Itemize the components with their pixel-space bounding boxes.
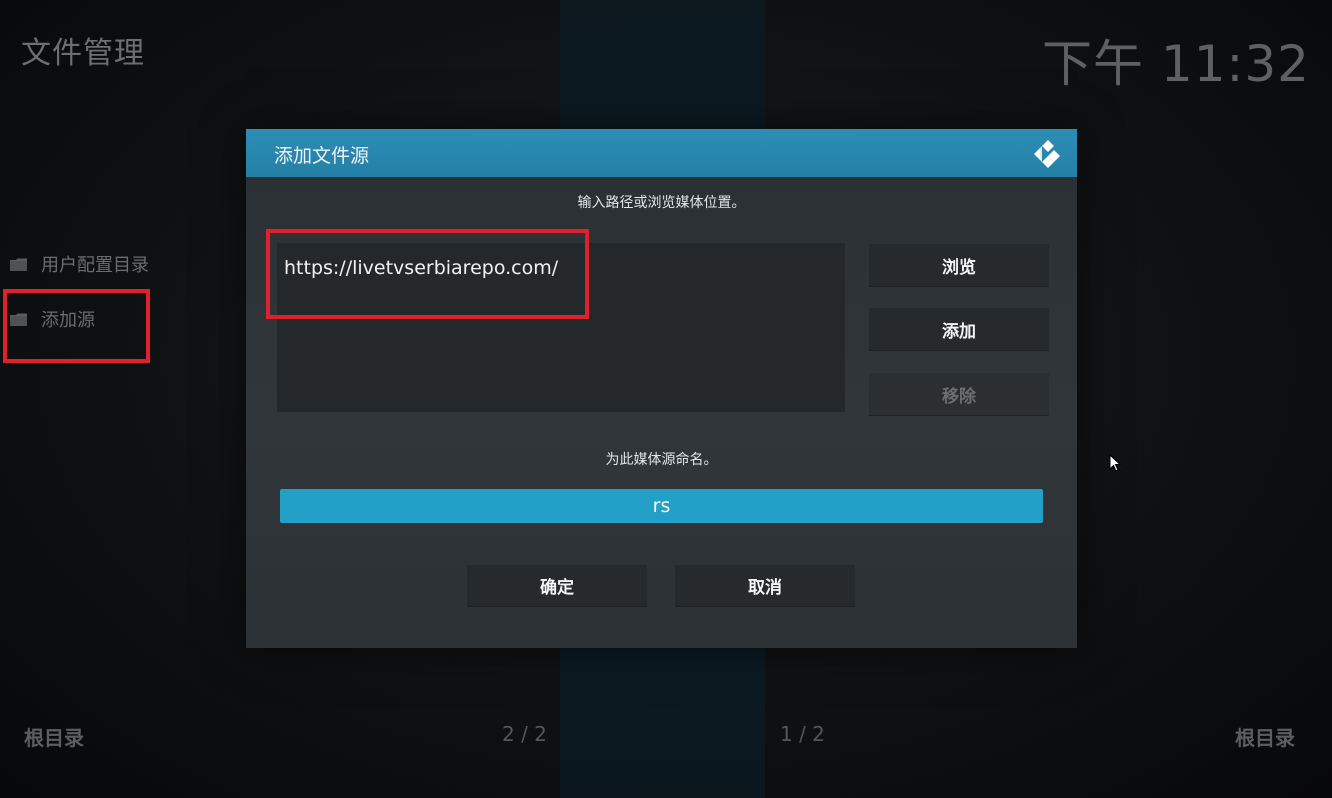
kodi-logo-icon — [1031, 137, 1065, 171]
footer-root-left: 根目录 — [24, 726, 84, 750]
browse-button[interactable]: 浏览 — [869, 244, 1049, 286]
add-source-dialog: 添加文件源 输入路径或浏览媒体位置。 https://livetvserbiar… — [246, 129, 1077, 648]
footer-root-right: 根目录 — [1235, 726, 1295, 750]
dialog-header: 添加文件源 — [246, 129, 1077, 177]
dialog-title: 添加文件源 — [274, 145, 370, 167]
source-name-field[interactable]: rs — [280, 489, 1043, 523]
sidebar-item-label: 用户配置目录 — [41, 255, 149, 276]
remove-button[interactable]: 移除 — [869, 373, 1049, 415]
annotation-highlight-add-source — [3, 289, 150, 363]
mouse-cursor-icon — [1109, 453, 1122, 472]
annotation-highlight-url — [266, 229, 589, 319]
name-hint: 为此媒体源命名。 — [605, 452, 718, 468]
ok-button[interactable]: 确定 — [467, 565, 647, 606]
folder-icon — [10, 258, 27, 271]
footer-page-left: 2 / 2 — [502, 722, 547, 746]
cancel-button[interactable]: 取消 — [675, 565, 855, 606]
page-title: 文件管理 — [21, 36, 145, 71]
clock: 下午 11:32 — [1042, 35, 1310, 93]
path-hint: 输入路径或浏览媒体位置。 — [577, 195, 746, 211]
sidebar-item-profile-directory[interactable]: 用户配置目录 — [10, 249, 149, 279]
add-button[interactable]: 添加 — [869, 308, 1049, 350]
footer-page-right: 1 / 2 — [780, 722, 825, 746]
file-manager-screen: 文件管理 下午 11:32 用户配置目录 添加源 根目录 2 / 2 1 / 2… — [0, 0, 1332, 798]
